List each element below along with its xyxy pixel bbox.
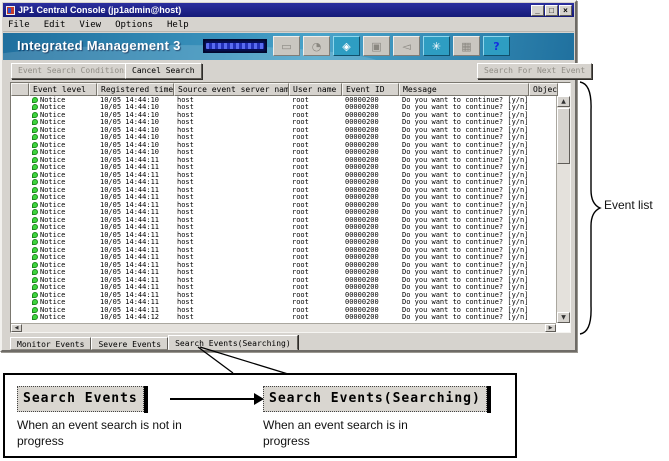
toolbar: ▭ ◔ ◈ ▣ ◅ ✳ ▦? [273, 36, 510, 56]
notice-level-icon [32, 299, 38, 306]
notice-level-icon [32, 156, 38, 163]
minimize-button[interactable]: _ [531, 4, 544, 16]
caption-not-in-progress: When an event search is not in progress [17, 418, 182, 448]
help-icon[interactable]: ? [483, 36, 510, 56]
header-user-name[interactable]: User name [289, 83, 342, 96]
notice-level-icon [32, 209, 38, 216]
caption-in-progress: When an event search is in progress [263, 418, 408, 448]
table-cell: 00000200 [345, 313, 379, 322]
notice-level-icon [32, 164, 38, 171]
notice-level-icon [32, 126, 38, 133]
header-blank[interactable] [11, 83, 29, 96]
banner-title: Integrated Management 3 [17, 38, 181, 53]
notice-level-icon [32, 201, 38, 208]
scroll-down-icon[interactable]: ▼ [557, 312, 570, 323]
search-for-next-event-button[interactable]: Search For Next Event [477, 63, 593, 79]
notice-level-icon [32, 111, 38, 118]
notice-level-icon [32, 306, 38, 313]
event-list-table: Event level Registered time Source event… [10, 82, 571, 333]
menu-options[interactable]: Options [115, 20, 153, 30]
scroll-left-icon[interactable]: ◀ [11, 324, 22, 332]
notice-level-icon [32, 261, 38, 268]
pointer-icon: ◅ [393, 36, 420, 56]
window-icon: ▣ [363, 36, 390, 56]
vertical-scroll-thumb[interactable] [557, 108, 570, 164]
notice-level-icon [32, 284, 38, 291]
scroll-right-icon[interactable]: ▶ [545, 324, 556, 332]
table-body: Notice 10/05 14:44:10 host root 00000200 Do y… [11, 96, 556, 323]
search-tab-note-box: Search Events Search Events(Searching) W… [3, 373, 517, 458]
header-object[interactable]: Object [529, 83, 558, 96]
banner: Integrated Management 3 ▭ ◔ ◈ ▣ ◅ ✳ ▦? [3, 33, 574, 60]
notice-level-icon [32, 179, 38, 186]
cancel-search-button[interactable]: Cancel Search [125, 63, 202, 79]
notice-level-icon [32, 314, 38, 321]
header-message[interactable]: Message [399, 83, 529, 96]
table-cell: Do you want to continue? [y/n] [402, 313, 529, 322]
tab-severe-events[interactable]: Severe Events [91, 337, 169, 350]
notice-level-icon [32, 149, 38, 156]
table-cell: host [177, 313, 194, 322]
close-button[interactable]: × [559, 4, 572, 16]
notice-level-icon [32, 141, 38, 148]
horizontal-scrollbar[interactable]: ◀ ▶ [11, 323, 556, 332]
notice-level-icon [32, 96, 38, 103]
monitor-icon: ▦ [453, 36, 480, 56]
notice-level-icon [32, 194, 38, 201]
cell-event-level: Notice [29, 313, 97, 321]
menu-file[interactable]: File [8, 20, 30, 30]
header-source-server[interactable]: Source event server name [174, 83, 289, 96]
maximize-button[interactable]: □ [545, 4, 558, 16]
notice-level-icon [32, 134, 38, 141]
menu-view[interactable]: View [79, 20, 101, 30]
table-row[interactable]: Notice 10/05 14:44:12 host root 00000200 Do y… [11, 313, 556, 322]
window-title: JP1 Central Console (jp1admin@host) [18, 5, 182, 15]
tab-callout-lines [197, 346, 289, 375]
app-icon [6, 5, 15, 15]
screenshot-stage: JP1 Central Console (jp1admin@host) _ □ … [0, 0, 669, 461]
notice-level-icon [32, 269, 38, 276]
vertical-scrollbar[interactable]: ▲ ▼ [556, 96, 570, 323]
menu-bar: File Edit View Options Help [3, 18, 574, 32]
notice-level-icon [32, 231, 38, 238]
notice-level-icon [32, 239, 38, 246]
scroll-up-icon[interactable]: ▲ [557, 96, 570, 107]
notice-level-icon [32, 246, 38, 253]
notice-level-icon [32, 119, 38, 126]
header-event-level[interactable]: Event level [29, 83, 97, 96]
action-row: Event Search Conditions... Cancel Search… [3, 60, 593, 82]
hold-icon: ◔ [303, 36, 330, 56]
view-icon[interactable]: ◈ [333, 36, 360, 56]
table-cell: 10/05 14:44:12 [100, 313, 160, 322]
notice-level-icon [32, 276, 38, 283]
event-list-label: Event list [604, 198, 653, 212]
notice-level-icon [32, 171, 38, 178]
event-list-brace [579, 81, 602, 335]
table-cell: root [292, 313, 309, 322]
notice-level-icon [32, 254, 38, 261]
notice-level-icon [32, 104, 38, 111]
menu-edit[interactable]: Edit [44, 20, 66, 30]
search-events-tab-image: Search Events [17, 386, 148, 413]
jp1-central-console-window: JP1 Central Console (jp1admin@host) _ □ … [0, 0, 593, 352]
menu-help[interactable]: Help [167, 20, 189, 30]
notice-level-icon [32, 224, 38, 231]
header-registered-time[interactable]: Registered time [97, 83, 174, 96]
search-burst-icon[interactable]: ✳ [423, 36, 450, 56]
title-bar[interactable]: JP1 Central Console (jp1admin@host) _ □ … [3, 3, 574, 17]
header-event-id[interactable]: Event ID [342, 83, 399, 96]
notice-level-icon [32, 186, 38, 193]
transition-arrow [170, 398, 256, 400]
notice-level-icon [32, 291, 38, 298]
notice-level-icon [32, 216, 38, 223]
search-progress-bar [203, 39, 267, 53]
logout-icon: ▭ [273, 36, 300, 56]
table-header-row: Event level Registered time Source event… [11, 83, 558, 96]
search-events-searching-tab-image: Search Events(Searching) [263, 386, 491, 413]
tab-monitor-events[interactable]: Monitor Events [10, 337, 92, 350]
